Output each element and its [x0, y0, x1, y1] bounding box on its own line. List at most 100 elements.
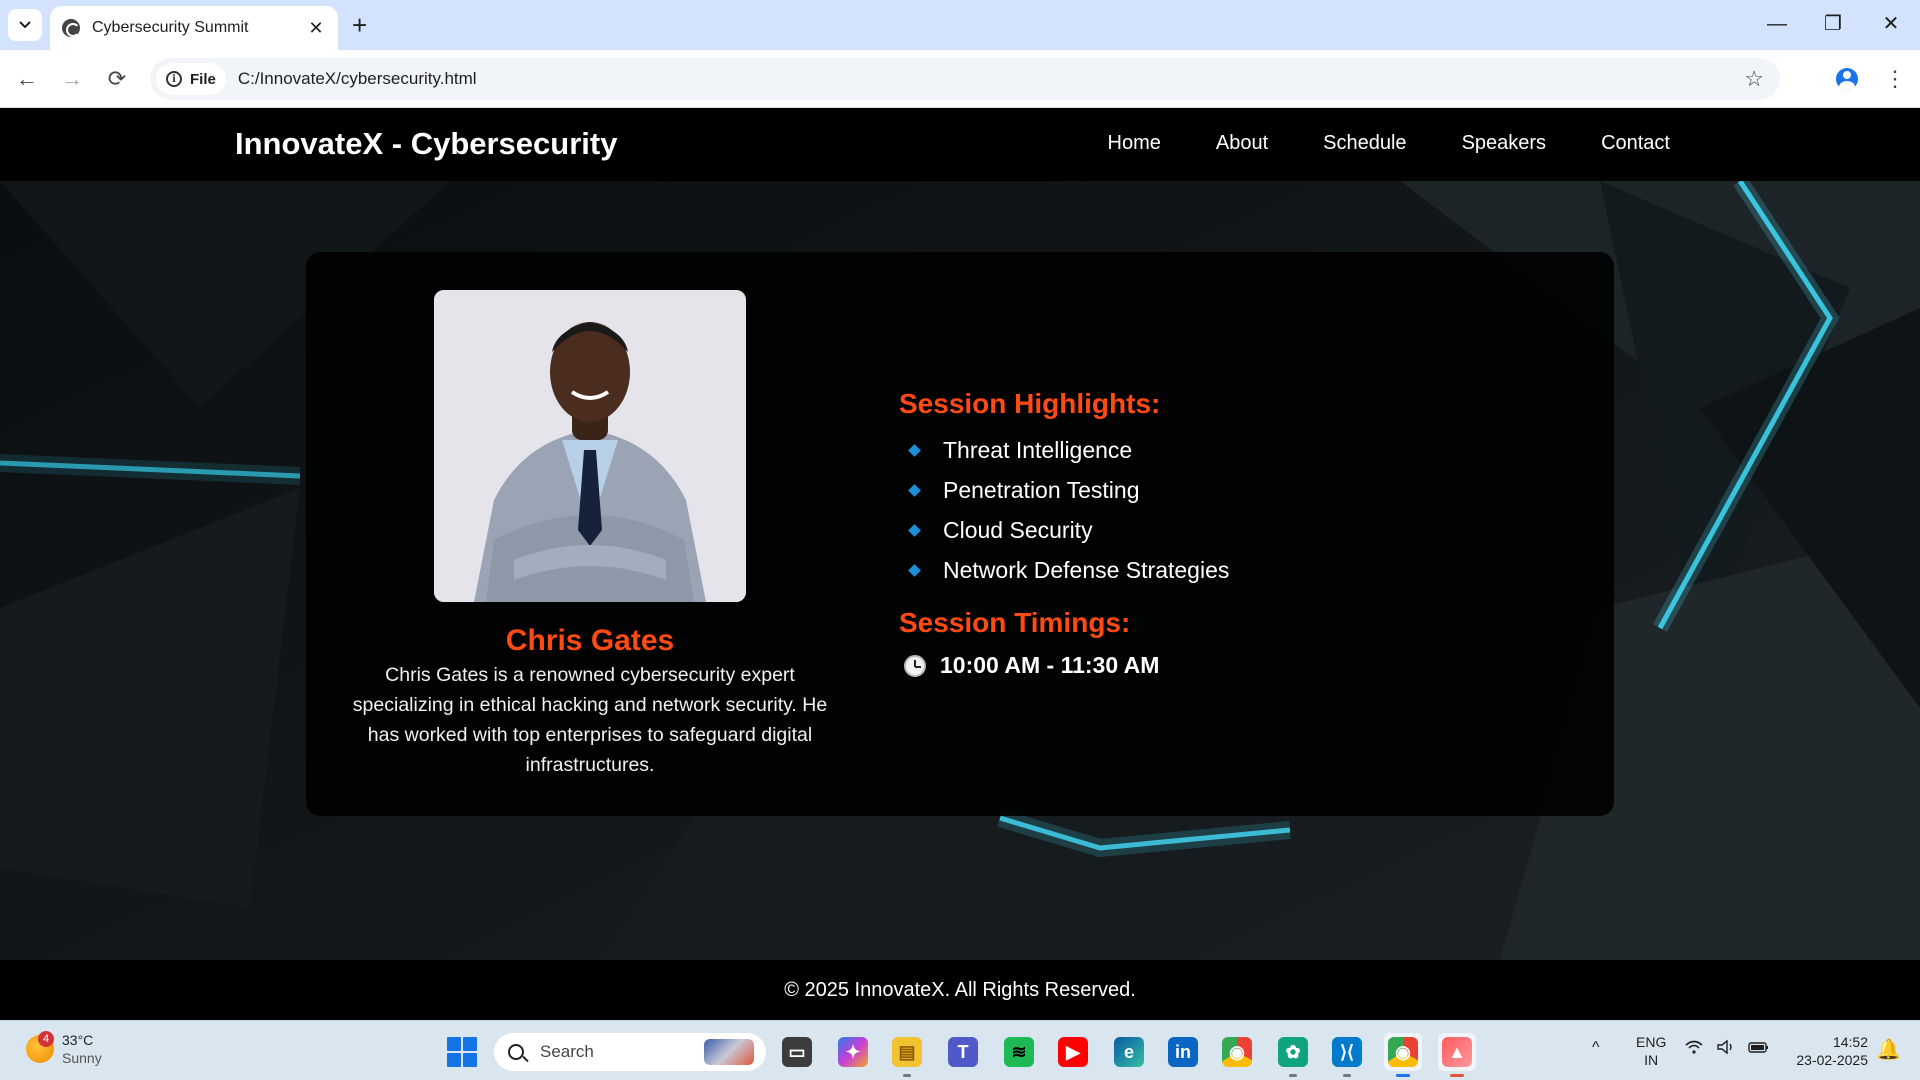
highlights-list: Threat Intelligence Penetration Testing … — [904, 430, 1229, 590]
chrome-active-app[interactable]: ◉ — [1384, 1033, 1422, 1077]
chatgpt-app[interactable]: ✿ — [1274, 1033, 1312, 1077]
weather-temp: 33°C — [62, 1032, 94, 1048]
taskbar: 4 33°C Sunny Search ▭ ✦ ▤ T ≋ ▶ e in ◉ ✿ ⟩⟨ ◉ ▲ ^ EN… — [0, 1020, 1920, 1080]
running-indicator — [903, 1074, 911, 1077]
site-nav: Home About Schedule Speakers Contact — [1108, 132, 1670, 155]
list-item: Cloud Security — [904, 510, 1229, 550]
youtube-app[interactable]: ▶ — [1054, 1033, 1092, 1071]
battery-icon — [1748, 1042, 1768, 1053]
taskbar-search[interactable]: Search — [494, 1033, 766, 1071]
list-item: Network Defense Strategies — [904, 550, 1229, 590]
file-explorer-app-icon: ▤ — [892, 1037, 922, 1067]
web-page: InnovateX - Cybersecurity Home About Sch… — [0, 108, 1920, 1020]
spotify-app[interactable]: ≋ — [1000, 1033, 1038, 1071]
site-header: InnovateX - Cybersecurity Home About Sch… — [0, 108, 1920, 181]
chrome-app-icon: ◉ — [1222, 1037, 1252, 1067]
nav-schedule[interactable]: Schedule — [1323, 132, 1406, 155]
profile-avatar[interactable] — [1830, 62, 1864, 96]
browser-tab-strip: Cybersecurity Summit ✕ + — ❐ ✕ — [0, 0, 1920, 50]
edge-app-icon: e — [1114, 1037, 1144, 1067]
tab-close-icon[interactable]: ✕ — [306, 18, 326, 39]
linkedin-app-icon: in — [1168, 1037, 1198, 1067]
address-bar[interactable]: i File C:/InnovateX/cybersecurity.html ☆ — [150, 58, 1780, 100]
copilot-app-icon: ✦ — [838, 1037, 868, 1067]
clock-date: 23-02-2025 — [1796, 1052, 1868, 1068]
edge-app[interactable]: e — [1110, 1033, 1148, 1071]
clock-time: 14:52 — [1832, 1034, 1868, 1050]
speaker-photo — [434, 290, 746, 602]
nav-about[interactable]: About — [1216, 132, 1268, 155]
copilot-app[interactable]: ✦ — [834, 1033, 872, 1071]
wifi-icon — [1685, 1040, 1703, 1054]
diamond-bullet-icon — [908, 523, 921, 537]
clock-icon — [904, 654, 926, 677]
tab-title: Cybersecurity Summit — [92, 19, 249, 36]
file-explorer-app[interactable]: ▤ — [888, 1033, 926, 1077]
weather-condition: Sunny — [62, 1050, 102, 1066]
photos-app[interactable]: ▲ — [1438, 1033, 1476, 1077]
forward-button[interactable]: → — [55, 62, 89, 96]
url-text[interactable]: C:/InnovateX/cybersecurity.html — [238, 69, 477, 89]
nav-speakers[interactable]: Speakers — [1462, 132, 1547, 155]
notification-bell-icon[interactable]: 🔔 — [1876, 1037, 1901, 1062]
lang-line1: ENG — [1636, 1034, 1667, 1050]
nav-home[interactable]: Home — [1108, 132, 1161, 155]
site-info-chip[interactable]: i File — [156, 63, 226, 95]
search-highlight-image — [704, 1039, 754, 1065]
windows-start-icon[interactable] — [447, 1037, 477, 1067]
session-highlights-heading: Session Highlights: — [899, 388, 1161, 419]
running-indicator — [1289, 1074, 1297, 1077]
info-icon: i — [166, 71, 182, 87]
chrome-app[interactable]: ◉ — [1218, 1033, 1256, 1071]
show-hidden-icons-button[interactable]: ^ — [1592, 1039, 1600, 1057]
bookmark-star-icon[interactable]: ☆ — [1744, 66, 1764, 92]
speaker-bio: Chris Gates is a renowned cybersecurity … — [352, 664, 828, 776]
weather-text: 33°C Sunny — [62, 1031, 102, 1067]
new-tab-button[interactable]: + — [352, 10, 367, 40]
volume-icon — [1717, 1039, 1732, 1055]
highlight-text: Threat Intelligence — [943, 436, 1133, 463]
browser-menu-icon[interactable]: ⋮ — [1880, 62, 1910, 96]
chatgpt-app-icon: ✿ — [1278, 1037, 1308, 1067]
spotify-app-icon: ≋ — [1004, 1037, 1034, 1067]
speaker-portrait-image — [434, 290, 746, 602]
speaker-name: Chris Gates — [505, 624, 675, 657]
globe-icon — [62, 19, 80, 37]
browser-tab-active[interactable]: Cybersecurity Summit ✕ — [50, 6, 338, 50]
vscode-app[interactable]: ⟩⟨ — [1328, 1033, 1366, 1077]
nav-contact[interactable]: Contact — [1601, 132, 1670, 155]
system-tray[interactable] — [1684, 1039, 1770, 1055]
weather-badge: 4 — [38, 1031, 54, 1047]
session-timing: 10:00 AM - 11:30 AM — [904, 652, 1159, 679]
search-label: Search — [540, 1042, 594, 1061]
site-footer: © 2025 InnovateX. All Rights Reserved. — [0, 960, 1920, 1020]
restore-button[interactable]: ❐ — [1818, 12, 1848, 36]
diamond-bullet-icon — [908, 483, 921, 497]
speaker-card: Chris Gates Chris Gates is a renowned cy… — [306, 252, 1614, 816]
weather-widget[interactable]: 4 33°C Sunny — [26, 1031, 102, 1067]
system-clock[interactable]: 14:52 23-02-2025 — [1786, 1033, 1868, 1069]
tab-search-button[interactable] — [8, 9, 42, 41]
highlight-text: Penetration Testing — [943, 476, 1140, 503]
active-indicator — [1396, 1074, 1410, 1077]
search-icon — [508, 1044, 524, 1060]
task-view-app-icon: ▭ — [782, 1037, 812, 1067]
linkedin-app[interactable]: in — [1164, 1033, 1202, 1071]
photos-app-icon: ▲ — [1442, 1037, 1472, 1067]
close-window-button[interactable]: ✕ — [1876, 12, 1906, 36]
chrome-active-app-icon: ◉ — [1388, 1037, 1418, 1067]
task-view-app[interactable]: ▭ — [778, 1033, 816, 1071]
reload-button[interactable]: ⟳ — [100, 62, 134, 96]
minimize-button[interactable]: — — [1762, 12, 1792, 36]
back-button[interactable]: ← — [10, 62, 44, 96]
teams-app-icon: T — [948, 1037, 978, 1067]
site-brand[interactable]: InnovateX - Cybersecurity — [235, 126, 617, 162]
youtube-app-icon: ▶ — [1058, 1037, 1088, 1067]
diamond-bullet-icon — [908, 443, 921, 457]
chevron-down-icon — [19, 21, 31, 29]
timing-text: 10:00 AM - 11:30 AM — [940, 652, 1160, 678]
teams-app[interactable]: T — [944, 1033, 982, 1071]
diamond-bullet-icon — [908, 563, 921, 577]
session-timings-heading: Session Timings: — [899, 607, 1131, 638]
language-indicator[interactable]: ENG IN — [1636, 1033, 1666, 1069]
